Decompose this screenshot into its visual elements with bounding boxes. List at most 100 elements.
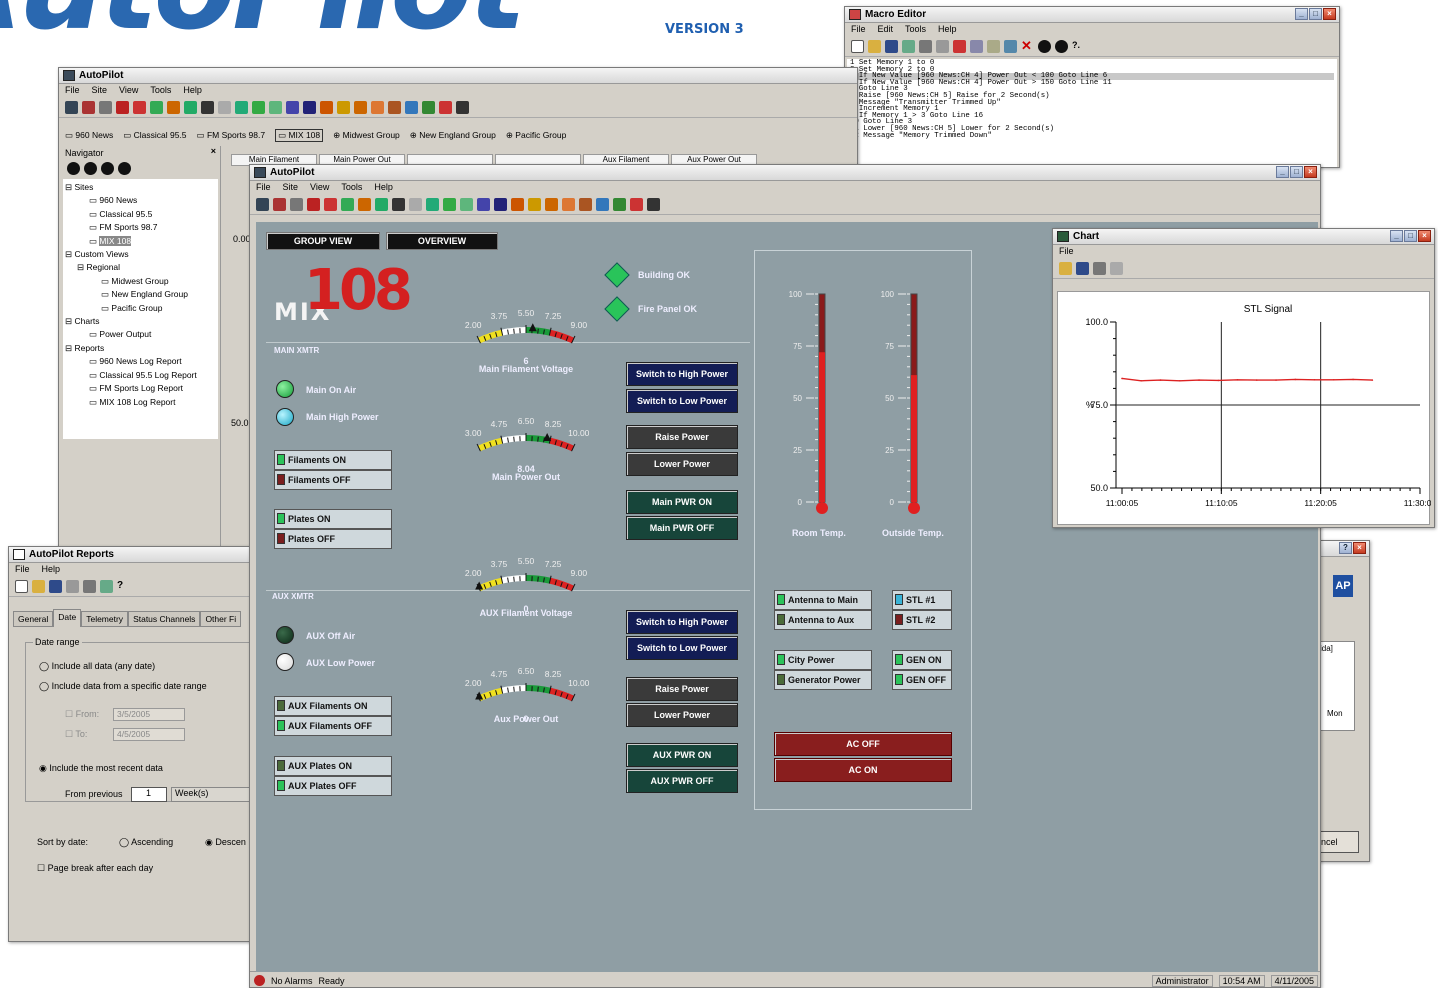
- sort-descending[interactable]: ◉ Descen: [205, 837, 246, 848]
- close-icon[interactable]: ×: [1304, 166, 1317, 178]
- preview-icon[interactable]: [936, 40, 949, 53]
- from-date-field[interactable]: 3/5/2005: [113, 708, 185, 721]
- previous-unit-select[interactable]: Week(s): [171, 787, 257, 802]
- power-icon[interactable]: [562, 198, 575, 211]
- nav-forward-icon[interactable]: [84, 162, 97, 175]
- close-icon[interactable]: ×: [1323, 8, 1336, 20]
- menu-file[interactable]: File: [65, 85, 80, 97]
- open-icon[interactable]: [1059, 262, 1072, 275]
- save-icon[interactable]: [1076, 262, 1089, 275]
- site-tab-classical-95-5[interactable]: ▭ Classical 95.5: [123, 130, 186, 141]
- main-switch-to-high-power-button[interactable]: Switch to High Power: [626, 362, 738, 386]
- monitor-icon[interactable]: [460, 198, 473, 211]
- site-tab-fm-sports-98-7[interactable]: ▭ FM Sports 98.7: [197, 130, 266, 141]
- grid-icon[interactable]: [613, 198, 626, 211]
- tree-node-mix-108-log-report[interactable]: ▭ MIX 108 Log Report: [65, 396, 216, 409]
- tree-node-charts[interactable]: ⊟ Charts: [65, 315, 216, 328]
- tree-node-pacific-group[interactable]: ▭ Pacific Group: [65, 302, 216, 315]
- open-icon[interactable]: [868, 40, 881, 53]
- tab-status-channels[interactable]: Status Channels: [128, 611, 201, 627]
- macro-icon[interactable]: [167, 101, 180, 114]
- map-icon[interactable]: [439, 101, 452, 114]
- tree-node-960-news-log-report[interactable]: ▭ 960 News Log Report: [65, 355, 216, 368]
- menu-tools[interactable]: Tools: [341, 182, 362, 194]
- maximize-icon[interactable]: □: [1290, 166, 1303, 178]
- new-icon[interactable]: [851, 40, 864, 53]
- macro-line[interactable]: 12 Message "Memory Trimmed Down": [850, 132, 1334, 140]
- menu-tools[interactable]: Tools: [150, 85, 171, 97]
- site-icon[interactable]: [256, 198, 269, 211]
- edit-icon[interactable]: [82, 101, 95, 114]
- main-lower-power-button[interactable]: Lower Power: [626, 452, 738, 476]
- screen-icon[interactable]: [286, 101, 299, 114]
- toggle-generator-power[interactable]: Generator Power: [774, 670, 872, 690]
- export-icon[interactable]: [1110, 262, 1123, 275]
- print-icon[interactable]: [201, 101, 214, 114]
- previous-count-spinner[interactable]: 1: [131, 787, 167, 802]
- maximize-icon[interactable]: □: [1309, 8, 1322, 20]
- tree-node-custom-views[interactable]: ⊟ Custom Views: [65, 248, 216, 261]
- toggle-filaments-off[interactable]: Filaments OFF: [274, 470, 392, 490]
- menu-file[interactable]: File: [851, 24, 866, 36]
- tree-node-fm-sports-98-7[interactable]: ▭ FM Sports 98.7: [65, 221, 216, 234]
- chart-icon[interactable]: [252, 101, 265, 114]
- edit-icon[interactable]: [273, 198, 286, 211]
- macro-line[interactable]: 9 If Memory 1 > 3 Goto Line 16: [850, 112, 1334, 120]
- toggle-antenna-to-aux[interactable]: Antenna to Aux: [774, 610, 872, 630]
- tool-icon[interactable]: [545, 198, 558, 211]
- tree-node-classical-95-5[interactable]: ▭ Classical 95.5: [65, 208, 216, 221]
- tree-node-960-news[interactable]: ▭ 960 News: [65, 194, 216, 207]
- close-icon[interactable]: ×: [1353, 542, 1366, 554]
- report-icon[interactable]: [150, 101, 163, 114]
- tool-icon[interactable]: [354, 101, 367, 114]
- aux-raise-power-button[interactable]: Raise Power: [626, 677, 738, 701]
- opt-recent[interactable]: ◉ Include the most recent data: [39, 763, 163, 774]
- print-icon[interactable]: [1093, 262, 1106, 275]
- edit2-icon[interactable]: [579, 198, 592, 211]
- aux-lower-power-button[interactable]: Lower Power: [626, 703, 738, 727]
- nav-remove-icon[interactable]: [118, 162, 131, 175]
- site-tab-pacific-group[interactable]: ⊕ Pacific Group: [506, 130, 567, 141]
- minimize-icon[interactable]: _: [1390, 230, 1403, 242]
- toggle-plates-off[interactable]: Plates OFF: [274, 529, 392, 549]
- menu-file[interactable]: File: [1059, 246, 1074, 258]
- mix-icon[interactable]: [320, 101, 333, 114]
- log-icon[interactable]: [456, 101, 469, 114]
- toggle-gen-on[interactable]: GEN ON: [892, 650, 952, 670]
- toggle-aux-plates-off[interactable]: AUX Plates OFF: [274, 776, 392, 796]
- menu-tools[interactable]: Tools: [905, 24, 926, 36]
- save-icon[interactable]: [885, 40, 898, 53]
- menu-file[interactable]: File: [15, 564, 30, 576]
- close-icon[interactable]: ×: [1418, 230, 1431, 242]
- tree-node-power-output[interactable]: ▭ Power Output: [65, 328, 216, 341]
- site-tab-960-news[interactable]: ▭ 960 News: [65, 130, 113, 141]
- wand-icon[interactable]: [902, 40, 915, 53]
- tune-icon[interactable]: [337, 101, 350, 114]
- menu-help[interactable]: Help: [374, 182, 393, 194]
- grid-icon[interactable]: [422, 101, 435, 114]
- insert-icon[interactable]: [1004, 40, 1017, 53]
- menu-edit[interactable]: Edit: [878, 24, 894, 36]
- tab-general[interactable]: General: [13, 611, 54, 627]
- alarm-icon[interactable]: [116, 101, 129, 114]
- new-icon[interactable]: [409, 198, 422, 211]
- site-tab-midwest-group[interactable]: ⊕ Midwest Group: [333, 130, 400, 141]
- menu-site[interactable]: Site: [283, 182, 299, 194]
- ac-on-button[interactable]: AC ON: [774, 758, 952, 782]
- cut-icon[interactable]: [953, 40, 966, 53]
- aux-switch-to-low-power-button[interactable]: Switch to Low Power: [626, 636, 738, 660]
- tree-node-classical-95-5-log-report[interactable]: ▭ Classical 95.5 Log Report: [65, 369, 216, 382]
- chart-icon[interactable]: [443, 198, 456, 211]
- power-icon[interactable]: [371, 101, 384, 114]
- nav-add-icon[interactable]: [101, 162, 114, 175]
- main-raise-power-button[interactable]: Raise Power: [626, 425, 738, 449]
- macro-icon[interactable]: [358, 198, 371, 211]
- opt-specific-range[interactable]: ◯ Include data from a specific date rang…: [39, 681, 207, 692]
- tools-icon[interactable]: [290, 198, 303, 211]
- help-icon[interactable]: ?: [117, 580, 130, 593]
- menu-help[interactable]: Help: [938, 24, 957, 36]
- print-icon[interactable]: [919, 40, 932, 53]
- from-checkbox[interactable]: ☐ From:: [65, 709, 99, 720]
- copy-icon[interactable]: [970, 40, 983, 53]
- tab-other-fi[interactable]: Other Fi: [200, 611, 242, 627]
